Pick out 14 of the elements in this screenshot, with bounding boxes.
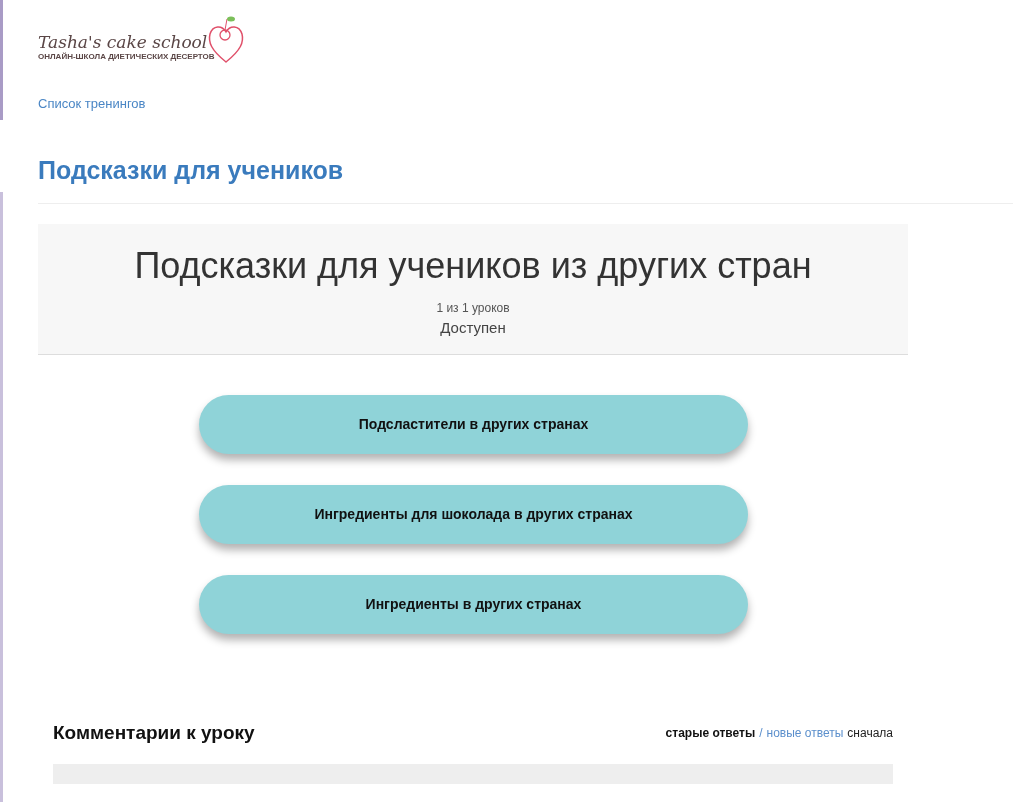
lesson-button[interactable]: Подсластители в других странах: [199, 394, 748, 454]
logo-subtitle: ОНЛАЙН-ШКОЛА ДИЕТИЧЕСКИХ ДЕСЕРТОВ: [38, 51, 215, 63]
breadcrumb-link[interactable]: Список тренингов: [38, 94, 146, 114]
comments-title: Комментарии к уроку: [53, 721, 255, 745]
sort-suffix: сначала: [847, 725, 893, 743]
lesson-status: Доступен: [439, 318, 507, 339]
lesson-button[interactable]: Ингредиенты для шоколада в других странах: [199, 484, 748, 544]
logo-title: Tasha's cake school: [38, 34, 209, 51]
sort-option[interactable]: новые ответы: [766, 724, 844, 743]
lesson-button[interactable]: Ингредиенты в других странах: [199, 574, 748, 634]
sort-option[interactable]: старые ответы: [665, 724, 756, 743]
separator: /: [759, 725, 763, 743]
page-title: Подсказки для учеников: [38, 155, 345, 185]
lesson-title: Подсказки для учеников из других стран: [133, 244, 813, 288]
